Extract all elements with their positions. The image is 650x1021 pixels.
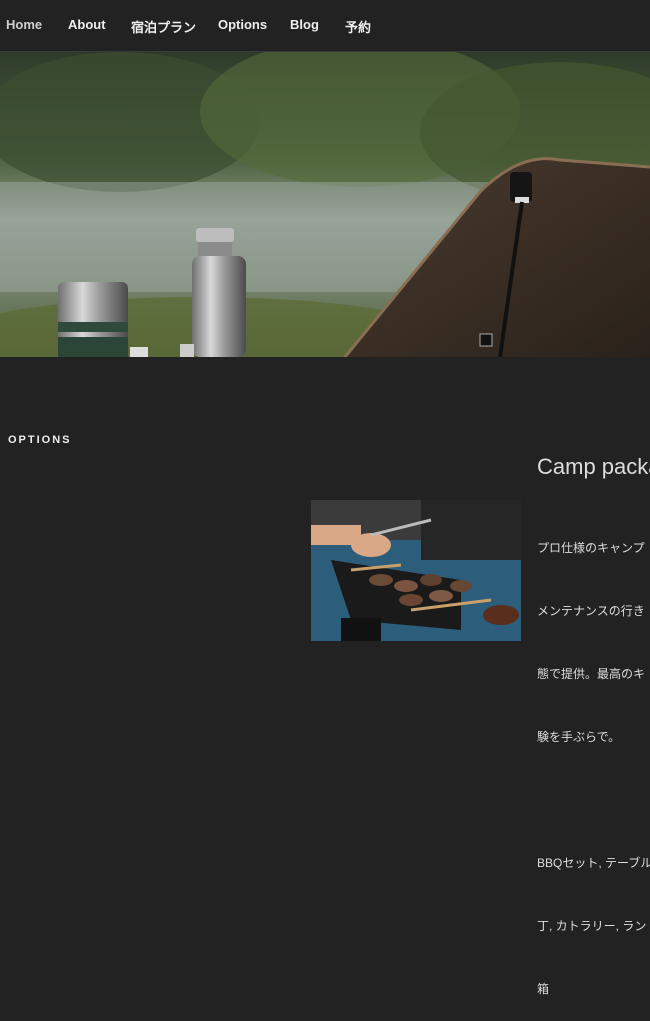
package-equipment-line: 箱 xyxy=(537,982,550,996)
package-description-line: 態で提供。最高のキ xyxy=(537,667,646,681)
nav-item-plans[interactable]: 宿泊プラン xyxy=(131,17,196,36)
hero-image xyxy=(0,52,650,357)
nav-item-home[interactable]: Home xyxy=(6,17,42,32)
nav-item-reservation[interactable]: 予約 xyxy=(345,17,371,36)
package-description-line: プロ仕様のキャンプ xyxy=(537,541,645,555)
package-equipment-line: BBQセット, テーブル xyxy=(537,856,650,870)
nav-item-options[interactable]: Options xyxy=(218,17,267,32)
section-heading-options: OPTIONS xyxy=(8,434,72,446)
package-description: プロ仕様のキャンプ メンテナンスの行き 態で提供。最高のキ 験を手ぶらで。 BB… xyxy=(537,496,650,1021)
nav-item-about[interactable]: About xyxy=(68,17,106,32)
hero-camping-scene xyxy=(0,52,650,357)
bbq-photo xyxy=(311,500,521,641)
package-title: Camp packa xyxy=(537,454,650,479)
thermos-illustration xyxy=(58,282,128,357)
bbq-grill-illustration xyxy=(311,500,521,641)
package-equipment-line: 丁, カトラリー, ラン xyxy=(537,919,647,933)
package-description-line: 験を手ぶらで。 xyxy=(537,730,621,744)
main-navigation: Home About 宿泊プラン Options Blog 予約 xyxy=(0,0,650,52)
package-description-line: メンテナンスの行き xyxy=(537,604,645,618)
nav-item-blog[interactable]: Blog xyxy=(290,17,319,32)
